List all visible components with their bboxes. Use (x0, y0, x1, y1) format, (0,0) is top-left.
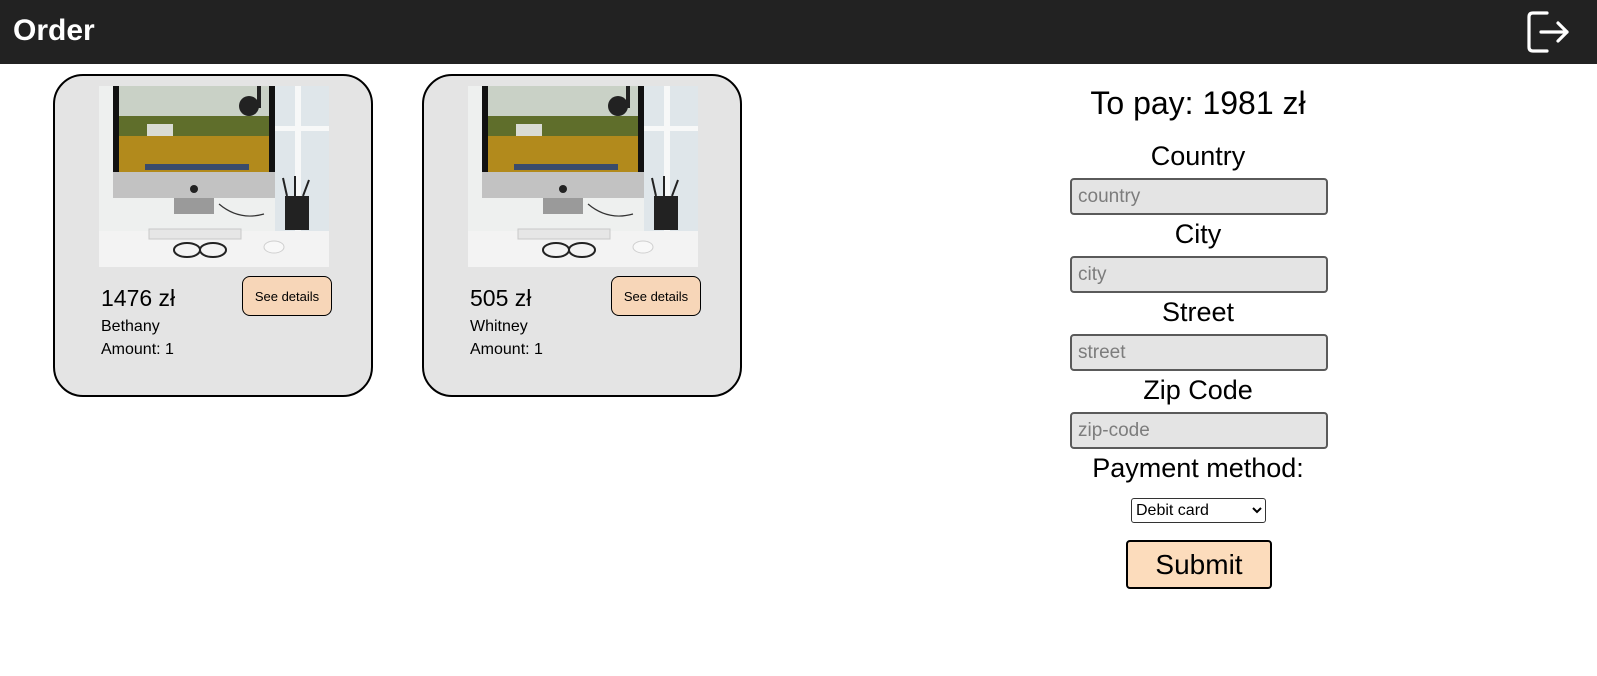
product-amount: Amount: 1 (470, 341, 543, 358)
city-input[interactable] (1070, 256, 1328, 293)
see-details-button[interactable]: See details (611, 276, 701, 316)
product-card: 1476 zł Bethany Amount: 1 See details (53, 74, 373, 397)
product-price: 505 zł (470, 285, 532, 311)
top-bar: Order (0, 0, 1597, 64)
payment-method-label: Payment method: (1092, 453, 1304, 483)
product-price: 1476 zł (101, 285, 176, 311)
logout-button[interactable] (1525, 9, 1571, 55)
country-label: Country (1150, 141, 1246, 171)
submit-button[interactable]: Submit (1126, 540, 1272, 589)
country-input[interactable] (1070, 178, 1328, 215)
page-title: Order (13, 14, 95, 47)
zip-code-label: Zip Code (1143, 375, 1253, 405)
see-details-button[interactable]: See details (242, 276, 332, 316)
street-input[interactable] (1070, 334, 1328, 371)
payment-method-select[interactable]: Debit card (1131, 498, 1266, 523)
product-image (468, 86, 698, 267)
product-name: Whitney (470, 318, 528, 335)
total-to-pay: To pay: 1981 zł (1090, 85, 1306, 121)
product-name: Bethany (101, 318, 160, 335)
product-card: 505 zł Whitney Amount: 1 See details (422, 74, 742, 397)
logout-icon (1527, 11, 1569, 53)
product-image (99, 86, 329, 267)
zip-code-input[interactable] (1070, 412, 1328, 449)
street-label: Street (1161, 297, 1235, 327)
city-label: City (1174, 219, 1222, 249)
product-amount: Amount: 1 (101, 341, 174, 358)
